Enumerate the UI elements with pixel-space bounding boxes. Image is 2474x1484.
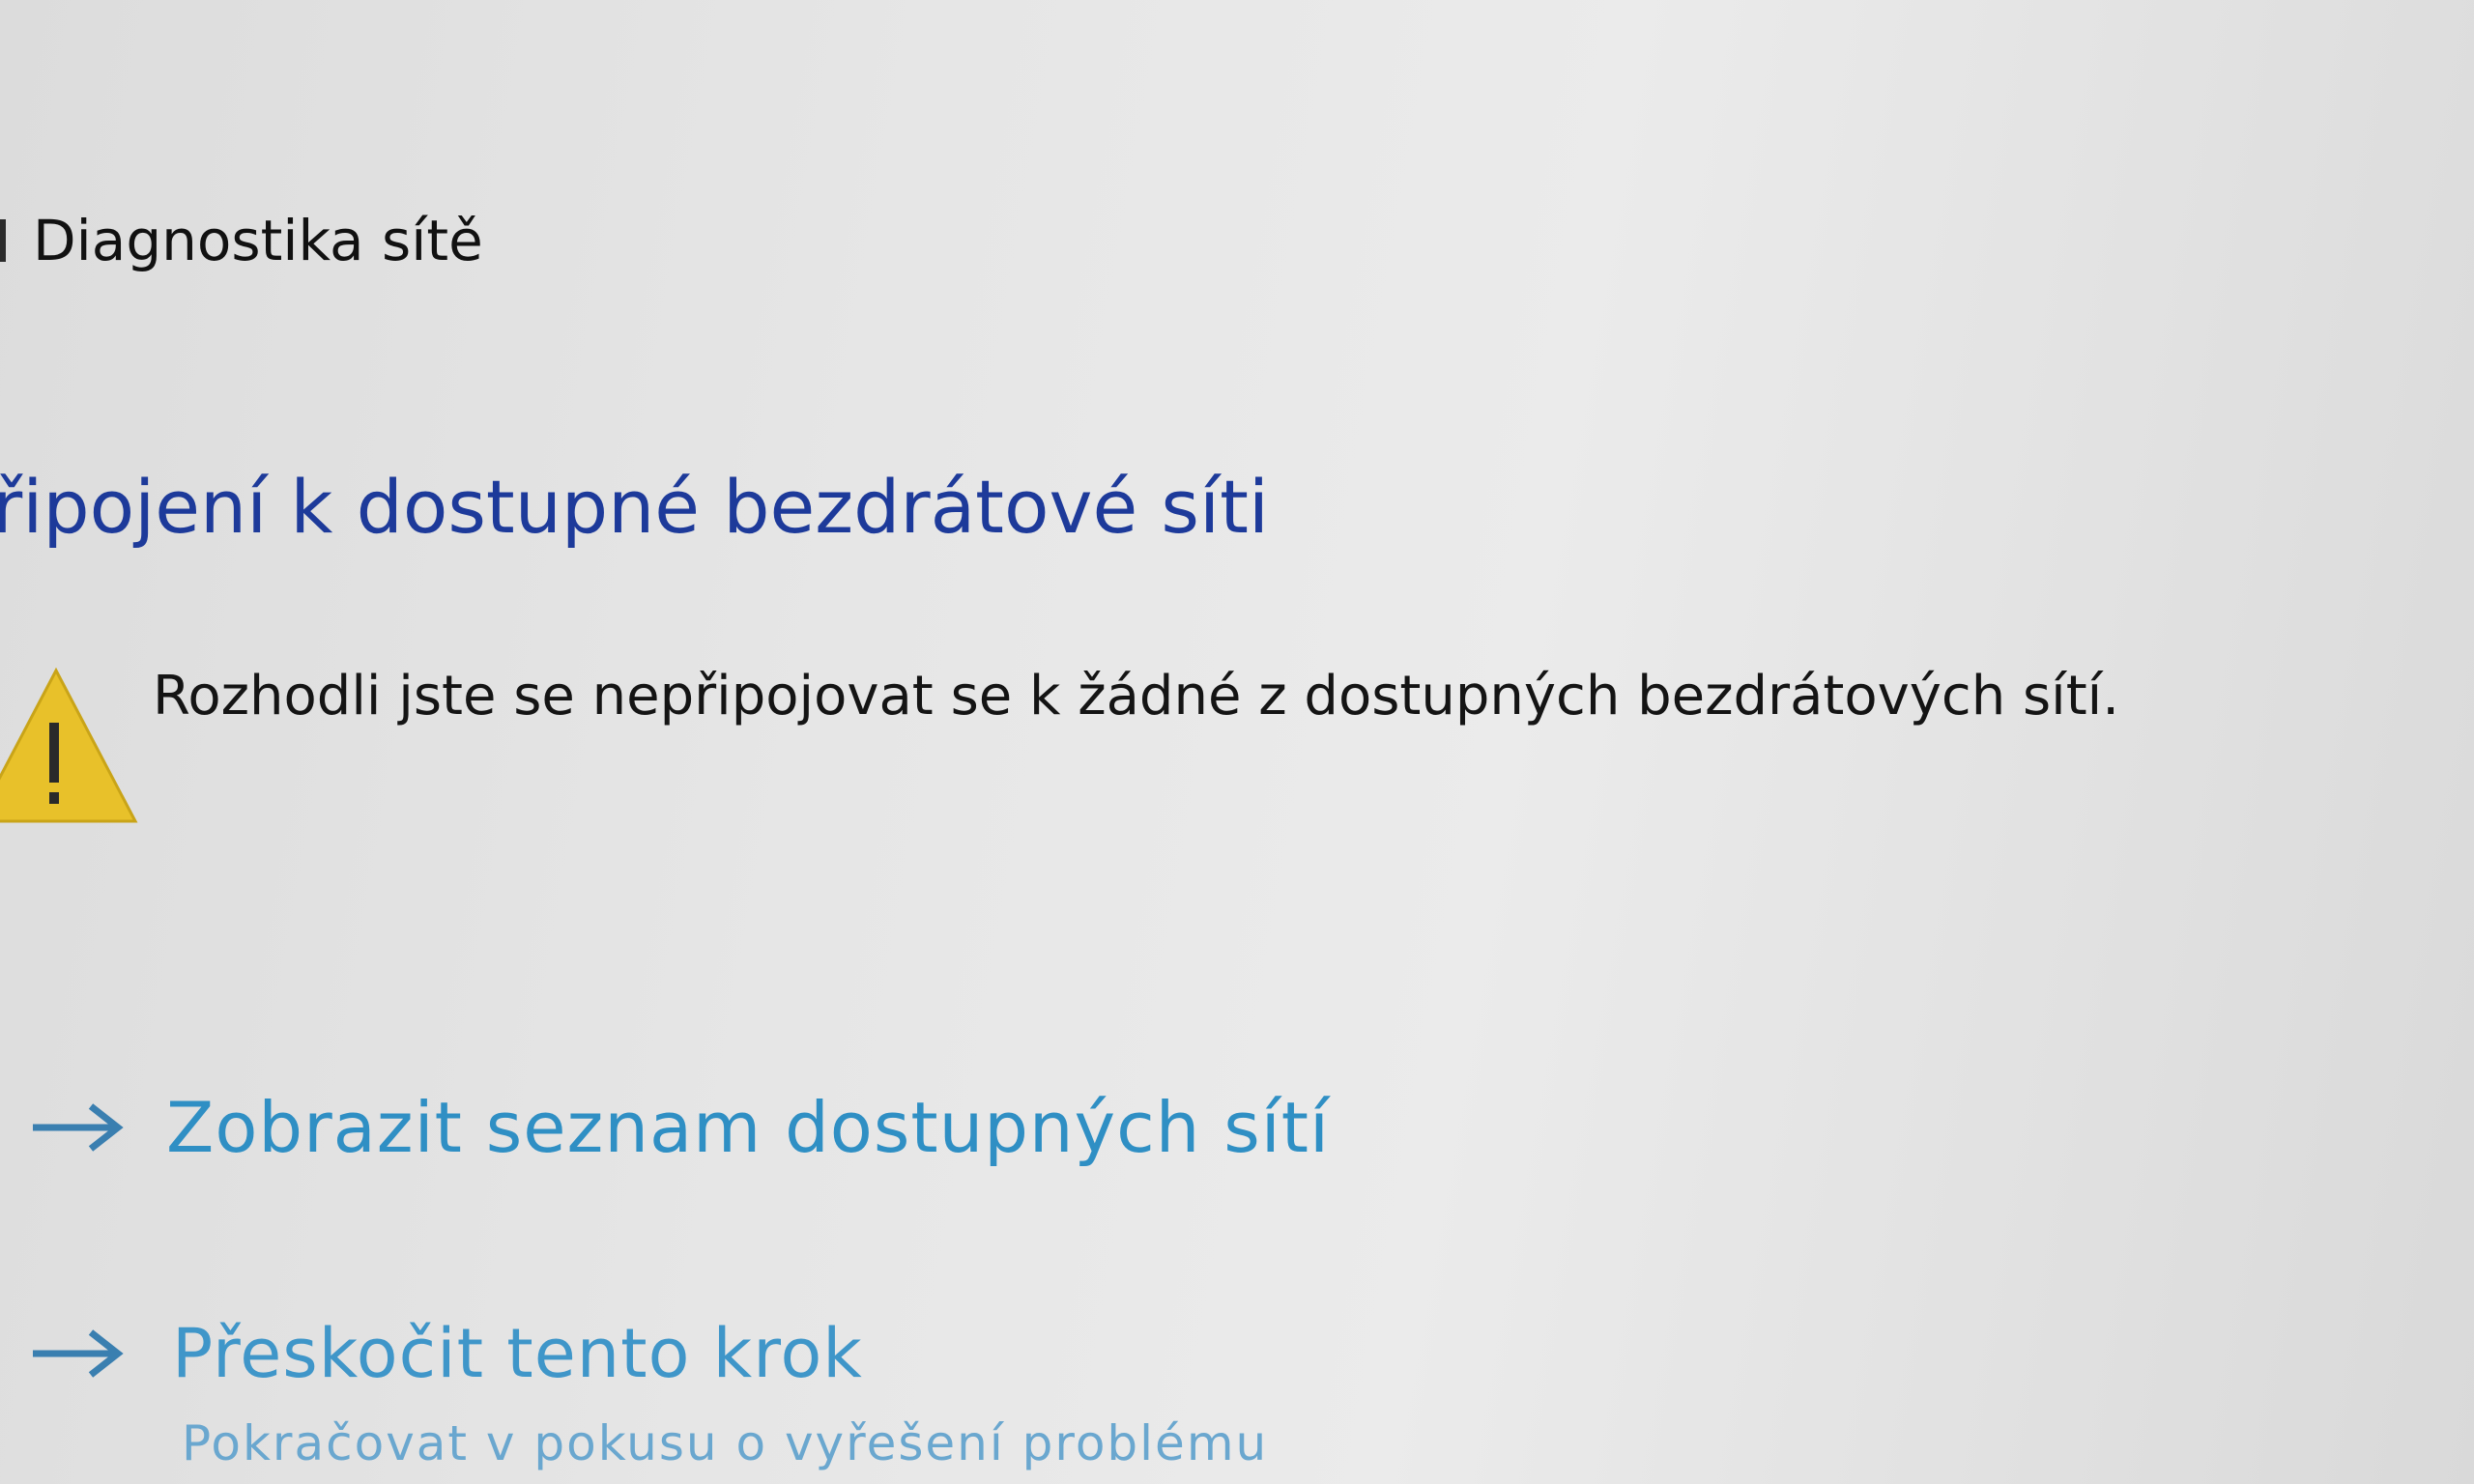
status-message: Rozhodli jste se nepřipojovat se k žádné… [0,657,2319,850]
title-bar: Diagnostika sítě [0,198,1160,285]
skip-step-link[interactable]: Přeskočit tento krok [0,1314,863,1393]
arrow-right-icon [33,1103,124,1152]
window-title: Diagnostika sítě [33,208,483,273]
arrow-right-icon [33,1329,124,1378]
show-networks-label[interactable]: Zobrazit seznam dostupných sítí [166,1087,1330,1168]
skip-step-label[interactable]: Přeskočit tento krok [172,1314,863,1393]
message-text: Rozhodli jste se nepřipojovat se k žádné… [153,665,2120,728]
app-icon [0,219,6,262]
skip-step-description: Pokračovat v pokusu o vyřešení problému [182,1415,1269,1471]
page-heading: řipojení k dostupné bezdrátové síti [0,464,1269,550]
warning-icon [0,667,138,823]
show-networks-link[interactable]: Zobrazit seznam dostupných sítí [0,1087,1330,1168]
network-diagnostics-window: Diagnostika sítě řipojení k dostupné bez… [0,0,2474,1484]
